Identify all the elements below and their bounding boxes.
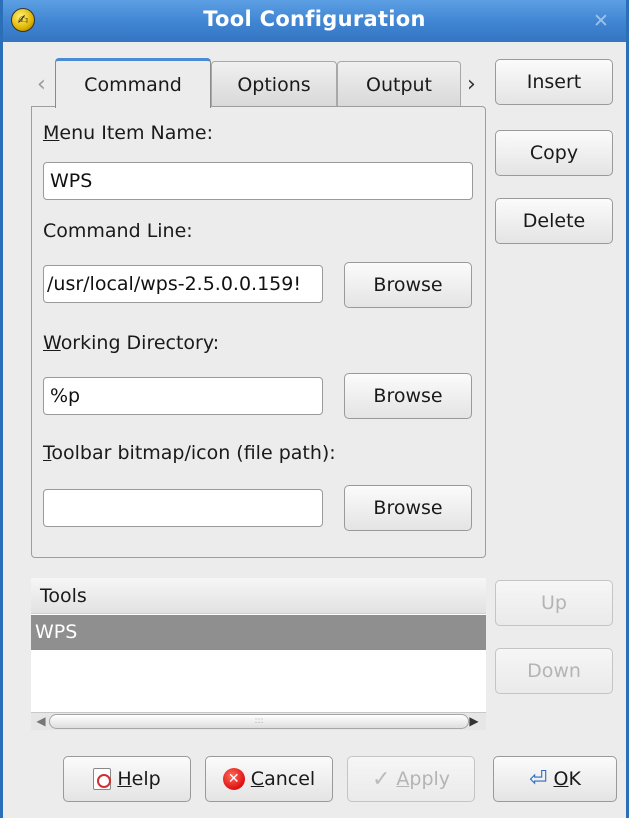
cancel-button-label: Cancel bbox=[250, 768, 316, 790]
down-button[interactable]: Down bbox=[495, 648, 613, 694]
help-button[interactable]: Help bbox=[63, 756, 191, 802]
checkmark-icon: ✓ bbox=[371, 766, 391, 792]
ok-button-label: OK bbox=[553, 768, 581, 790]
apply-button[interactable]: ✓ Apply bbox=[347, 756, 475, 802]
window-title: Tool Configuration bbox=[203, 7, 426, 31]
ok-button[interactable]: ⏎ OK bbox=[493, 756, 617, 802]
tool-configuration-dialog: ✍ Tool Configuration ✕ ‹ Command Options… bbox=[0, 0, 629, 818]
menu-item-name-label: Menu Item Name: bbox=[43, 122, 213, 144]
toolbar-icon-label: Toolbar bitmap/icon (file path): bbox=[43, 442, 336, 464]
tab-scroll-right-icon[interactable]: › bbox=[467, 72, 476, 97]
browse-working-directory-button[interactable]: Browse bbox=[344, 373, 472, 419]
command-line-label: Command Line: bbox=[43, 220, 193, 242]
title-bar[interactable]: ✍ Tool Configuration ✕ bbox=[3, 0, 626, 42]
tab-output-label: Output bbox=[366, 73, 432, 96]
tab-command[interactable]: Command bbox=[55, 58, 211, 108]
working-directory-field[interactable]: %p bbox=[43, 377, 323, 415]
browse-command-button[interactable]: Browse bbox=[344, 262, 472, 308]
working-directory-label: Working Directory: bbox=[43, 332, 220, 354]
cancel-button[interactable]: ✕ Cancel bbox=[205, 756, 333, 802]
insert-button[interactable]: Insert bbox=[495, 59, 613, 105]
tab-command-label: Command bbox=[84, 73, 182, 96]
copy-button[interactable]: Copy bbox=[495, 130, 613, 176]
tools-list-item[interactable]: WPS bbox=[31, 615, 486, 650]
tab-options[interactable]: Options bbox=[211, 61, 337, 107]
help-button-label: Help bbox=[117, 768, 161, 790]
close-icon[interactable]: ✕ bbox=[588, 8, 614, 34]
enter-arrow-icon: ⏎ bbox=[529, 766, 548, 792]
menu-item-name-field[interactable]: WPS bbox=[43, 162, 473, 200]
scroll-right-icon[interactable]: ▶ bbox=[466, 713, 482, 730]
cancel-icon: ✕ bbox=[222, 768, 245, 790]
tools-list-header[interactable]: Tools bbox=[31, 578, 486, 614]
help-icon bbox=[93, 768, 112, 790]
apply-button-label: Apply bbox=[396, 768, 451, 790]
tab-scroll-left-icon[interactable]: ‹ bbox=[37, 72, 46, 97]
tab-output[interactable]: Output bbox=[337, 61, 461, 107]
delete-button[interactable]: Delete bbox=[495, 198, 613, 244]
up-button[interactable]: Up bbox=[495, 580, 613, 626]
scrollbar-thumb[interactable]: ::: bbox=[49, 714, 469, 729]
tools-list-horizontal-scrollbar[interactable]: ◀ ::: ▶ bbox=[31, 712, 486, 730]
scroll-left-icon[interactable]: ◀ bbox=[33, 713, 49, 730]
toolbar-icon-field[interactable] bbox=[43, 489, 323, 527]
tab-options-label: Options bbox=[237, 73, 311, 96]
browse-toolbar-icon-button[interactable]: Browse bbox=[344, 485, 472, 531]
command-line-field[interactable]: /usr/local/wps-2.5.0.0.159! bbox=[43, 265, 323, 303]
